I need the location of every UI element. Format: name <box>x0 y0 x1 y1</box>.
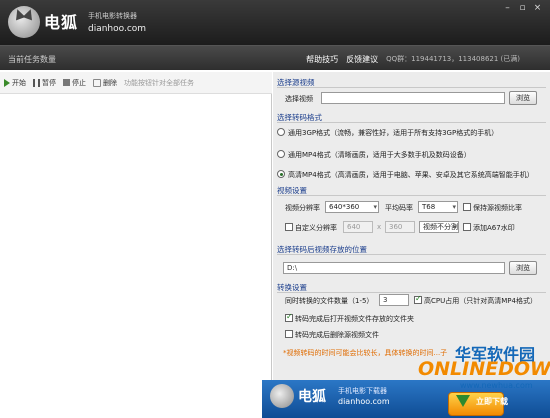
format-hd-mp4-radio[interactable] <box>277 170 285 178</box>
app-subtitle: 手机电影转换器 <box>88 12 137 20</box>
title-bar: 电狐 手机电影转换器 dianhoo.com – ▫ × <box>0 0 550 45</box>
download-arrow-icon <box>456 395 470 407</box>
delete-source-label: 转码完成后删除源视频文件 <box>295 331 379 339</box>
task-toolbar: 开始 暂停 停止 删除 功能按钮针对全部任务 <box>0 72 272 94</box>
info-bar: 当前任务数量 帮助技巧 反馈建议 QQ群：119441713，113408621… <box>0 45 550 70</box>
custom-height-input[interactable]: 360 <box>385 221 415 233</box>
resolution-select[interactable]: 640*360 <box>325 201 379 213</box>
save-path-input[interactable]: D:\ <box>283 262 505 274</box>
pause-button[interactable]: 暂停 <box>33 78 56 88</box>
delete-source-checkbox[interactable] <box>285 330 293 338</box>
select-video-label: 选择视频 <box>285 95 313 103</box>
bitrate-label: 平均码率 <box>385 204 413 212</box>
custom-res-checkbox[interactable] <box>285 223 293 231</box>
watermark-label: 添加A67水印 <box>473 224 515 232</box>
stop-button[interactable]: 停止 <box>63 78 86 88</box>
delete-button[interactable]: 删除 <box>93 78 117 88</box>
custom-width-input[interactable]: 640 <box>343 221 373 233</box>
banner-url: dianhoo.com <box>338 397 390 406</box>
resolution-label: 视频分辨率 <box>285 204 320 212</box>
format-3gp-label: 通用3GP格式（流畅，兼容性好，适用于所有支持3GP格式的手机） <box>288 129 499 137</box>
split-select[interactable]: 视频不分割 <box>419 221 459 233</box>
browse-video-button[interactable]: 浏览 <box>509 91 537 105</box>
video-path-input[interactable] <box>321 92 505 104</box>
format-hd-mp4-label: 高清MP4格式（高清画质，适用于电脑、苹果、安卓及其它系统高端智能手机） <box>288 171 534 179</box>
window-controls: – ▫ × <box>501 3 544 14</box>
delete-icon <box>93 78 101 87</box>
custom-res-label: 自定义分辨率 <box>295 224 337 232</box>
pause-label: 暂停 <box>42 78 56 87</box>
task-list[interactable] <box>0 94 272 418</box>
high-cpu-label: 高CPU占用（只针对高清MP4格式） <box>424 297 537 305</box>
feedback-link[interactable]: 反馈建议 <box>346 54 378 65</box>
open-folder-checkbox[interactable] <box>285 312 293 322</box>
task-count-label: 当前任务数量 <box>8 55 56 64</box>
play-icon <box>4 78 10 87</box>
stop-icon <box>63 79 70 86</box>
pause-icon <box>33 78 40 87</box>
stop-label: 停止 <box>72 78 86 87</box>
format-mp4-radio[interactable] <box>277 150 285 158</box>
keep-ratio-label: 保持源视频比率 <box>473 204 522 212</box>
banner-subtitle: 手机电影下载器 <box>338 387 387 395</box>
maximize-button[interactable]: ▫ <box>516 3 529 14</box>
minimize-button[interactable]: – <box>501 3 514 14</box>
bitrate-select[interactable]: T68 <box>418 201 458 213</box>
watermark-logo: ONLINEDOWN <box>418 358 550 380</box>
fox-logo-icon <box>270 384 294 408</box>
download-badge-text: 立即下载 <box>476 397 508 406</box>
start-label: 开始 <box>12 78 26 87</box>
keep-ratio-checkbox[interactable] <box>463 203 471 211</box>
convert-warning: *视频转码的时间可能会比较长，具体转换的时间...子 <box>283 349 448 357</box>
watermark-checkbox[interactable] <box>463 223 471 231</box>
fox-logo-icon <box>8 6 40 38</box>
format-3gp-radio[interactable] <box>277 128 285 136</box>
open-folder-label: 转码完成后打开视频文件存放的文件夹 <box>295 315 414 323</box>
browse-save-button[interactable]: 浏览 <box>509 261 537 275</box>
start-button[interactable]: 开始 <box>4 78 26 88</box>
app-url: dianhoo.com <box>88 24 147 34</box>
watermark-url: www.newhua.com <box>460 381 533 390</box>
help-link[interactable]: 帮助技巧 <box>306 54 338 65</box>
qq-group-text: QQ群：119441713，113408621 (已满) <box>386 55 520 63</box>
app-brand: 电狐 <box>44 13 79 32</box>
concurrent-input[interactable]: 3 <box>379 294 409 306</box>
close-button[interactable]: × <box>531 3 544 14</box>
format-mp4-label: 通用MP4格式（清晰画质，适用于大多数手机及数码设备） <box>288 151 471 159</box>
toolbar-note: 功能按钮针对全部任务 <box>124 78 194 87</box>
concurrent-label: 同时转换的文件数量（1-5） <box>285 297 374 305</box>
banner-brand: 电狐 <box>298 389 326 405</box>
delete-label: 删除 <box>103 78 117 87</box>
high-cpu-checkbox[interactable] <box>414 294 422 304</box>
